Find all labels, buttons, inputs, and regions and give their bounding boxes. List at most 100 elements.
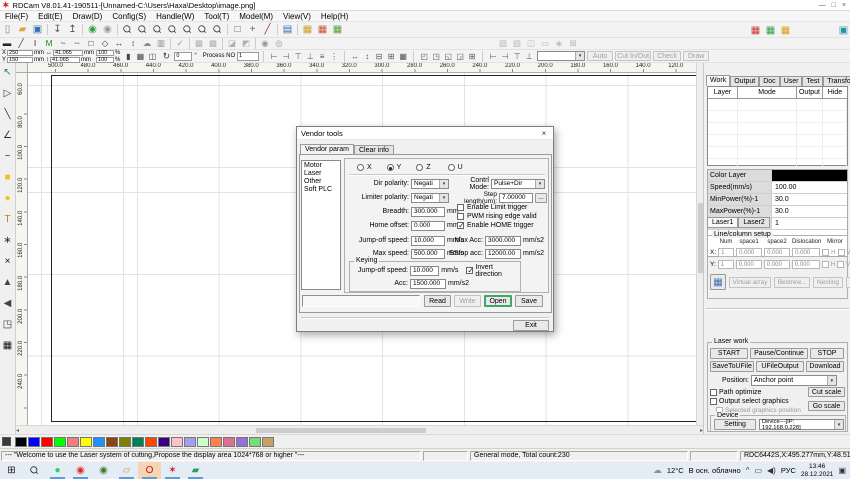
rotate-icon[interactable]: ↻ <box>160 50 172 63</box>
color-swatch-16[interactable] <box>223 437 235 447</box>
pick-point-icon[interactable]: + <box>245 23 260 36</box>
anchor-top-right-icon[interactable]: ◳ <box>430 51 442 62</box>
horizontal-scrollbar[interactable]: ◂ ▸ <box>16 425 703 434</box>
clock[interactable]: 13:4628.12.2021 <box>801 463 834 478</box>
invert-direction-checkbox[interactable] <box>466 267 473 274</box>
cap-top-icon[interactable]: ⊤ <box>511 51 523 62</box>
color-swatch-13[interactable] <box>184 437 196 447</box>
breadth-input[interactable]: 300.000 <box>411 207 445 217</box>
vertical-scrollbar[interactable] <box>696 63 703 425</box>
color-layer-row[interactable]: Color Layer <box>708 170 847 182</box>
color-swatch-7[interactable] <box>106 437 118 447</box>
color-swatch-9[interactable] <box>132 437 144 447</box>
text-tool-icon[interactable]: T <box>1 213 14 225</box>
distribute-v-icon[interactable]: ↕ <box>361 51 373 62</box>
dropdown-arrow-icon[interactable]: ▾ <box>575 52 584 60</box>
axis-z-radio[interactable] <box>416 164 423 171</box>
color-swatch-1[interactable] <box>28 437 40 447</box>
rect-edit-icon[interactable]: □ <box>84 38 98 48</box>
undo-icon[interactable]: ◉ <box>85 23 100 36</box>
menu-item-7[interactable]: View(V) <box>278 12 316 21</box>
exit-button[interactable]: Exit <box>513 320 549 331</box>
color-swatch-18[interactable] <box>249 437 261 447</box>
volume-icon[interactable]: ◀) <box>767 466 776 475</box>
align-center-h-icon[interactable]: ≡ <box>316 51 328 62</box>
save-file-icon[interactable]: ▣ <box>30 23 45 36</box>
lock-ratio-icon[interactable]: ▮ <box>122 51 134 62</box>
distribute-h-icon[interactable]: ↔ <box>349 51 361 62</box>
max-acc-input[interactable]: 3000.000 <box>485 236 521 246</box>
node-edit-icon[interactable]: ◇ <box>98 38 112 48</box>
x-mirror-h-checkbox[interactable] <box>822 249 829 256</box>
step-length-more-button[interactable]: ... <box>535 193 547 203</box>
save-button[interactable]: Save <box>515 295 543 307</box>
x-num-input[interactable]: 1 <box>718 248 734 257</box>
color-swatch-19[interactable] <box>262 437 274 447</box>
param-category-0[interactable]: Motor <box>304 162 340 169</box>
start-button[interactable]: ⊞ <box>0 462 23 479</box>
dropdown-arrow-icon[interactable]: ▾ <box>535 180 544 188</box>
same-size-icon[interactable]: ▦ <box>397 51 409 62</box>
rectangle-tool-icon[interactable]: ■ <box>1 171 14 183</box>
layer-table[interactable]: Layer Mode Output Hide <box>707 86 848 166</box>
preview-monitor-icon[interactable]: ▤ <box>280 23 295 36</box>
select-tool-icon[interactable]: ↖ <box>1 66 14 78</box>
group-icon[interactable]: ▩ <box>192 38 206 48</box>
x-mirror-v-checkbox[interactable] <box>838 249 845 256</box>
curve-check-icon[interactable]: ✓ <box>173 38 187 48</box>
align-bottom-icon[interactable]: ⊥ <box>304 51 316 62</box>
color-swatch-10[interactable] <box>145 437 157 447</box>
array-output3-icon[interactable]: ▦ <box>330 23 345 36</box>
y-space2-input[interactable]: 0.000 <box>764 260 790 269</box>
process-no-input[interactable]: 1 <box>237 52 259 61</box>
gray-tool-5-icon[interactable]: ◈ <box>552 39 566 49</box>
panel-tab-4[interactable]: Test <box>802 76 823 86</box>
open-button[interactable]: Open <box>484 295 512 307</box>
hidden-icons-chevron[interactable]: ^ <box>746 466 750 475</box>
cap-right-icon[interactable]: ⊣ <box>499 51 511 62</box>
more-button[interactable]: ... <box>846 277 850 288</box>
dropdown-arrow-icon[interactable]: ▾ <box>439 194 448 202</box>
curve-smooth-icon[interactable]: ~ <box>56 38 70 48</box>
path-optimize-checkbox[interactable] <box>710 389 717 396</box>
dash-line-icon[interactable]: ┄ <box>70 38 84 48</box>
size-apply2-icon[interactable]: ◫ <box>146 51 158 62</box>
param-category-2[interactable]: Other <box>304 178 340 185</box>
output-green-icon[interactable]: ▦ <box>763 24 778 37</box>
array-tool-icon[interactable]: ▦ <box>1 339 14 351</box>
weather-icon[interactable]: ☁ <box>653 465 662 476</box>
gray-tool-2-icon[interactable]: ▧ <box>510 39 524 49</box>
maximize-button[interactable]: □ <box>832 2 836 9</box>
rdcam-taskbar-icon[interactable]: ✶ <box>161 462 184 479</box>
gray-tool-4-icon[interactable]: ▭ <box>538 39 552 49</box>
color-swatch-11[interactable] <box>158 437 170 447</box>
size-width-input[interactable]: 41.065 <box>53 50 83 56</box>
ungroup-icon[interactable]: ▩ <box>206 38 220 48</box>
text-cursor-icon[interactable]: I <box>28 38 42 48</box>
param-category-3[interactable]: Soft PLC <box>304 186 340 193</box>
array-output2-icon[interactable]: ▦ <box>315 23 330 36</box>
download-button[interactable]: Download <box>806 361 844 372</box>
pause-continue-button[interactable]: Pause/Continue <box>750 348 808 359</box>
cut-in-out-button[interactable]: Cut In/Out <box>615 51 651 61</box>
app-s-icon[interactable]: ▰ <box>184 462 207 479</box>
bestrew-button[interactable]: Bestrew... <box>774 277 810 288</box>
auto-button[interactable]: Auto <box>587 51 613 61</box>
contrl-mode-select[interactable]: Pulse+Dir ▾ <box>491 179 545 189</box>
opera-icon[interactable]: O <box>138 462 161 479</box>
color-swatch-6[interactable] <box>93 437 105 447</box>
cloud-mark-icon[interactable]: ☁ <box>140 38 154 48</box>
pen-style-icon[interactable]: ╱ <box>14 38 28 48</box>
color-swatch-14[interactable] <box>197 437 209 447</box>
color-swatch-4[interactable] <box>67 437 79 447</box>
y-mirror-v-checkbox[interactable] <box>837 261 844 268</box>
axis-u-radio[interactable] <box>448 164 455 171</box>
open-file-icon[interactable]: ▰ <box>15 23 30 36</box>
menu-item-2[interactable]: Draw(D) <box>68 12 108 21</box>
anchor-top-left-icon[interactable]: ◰ <box>418 51 430 62</box>
panel-tab-5[interactable]: Transform <box>823 76 850 86</box>
ellipse-tool-icon[interactable]: ● <box>1 192 14 204</box>
draw-button[interactable]: Draw <box>683 51 709 61</box>
offset-tool-icon[interactable]: ◳ <box>1 318 14 330</box>
position-x-input[interactable]: 250 <box>7 50 33 56</box>
